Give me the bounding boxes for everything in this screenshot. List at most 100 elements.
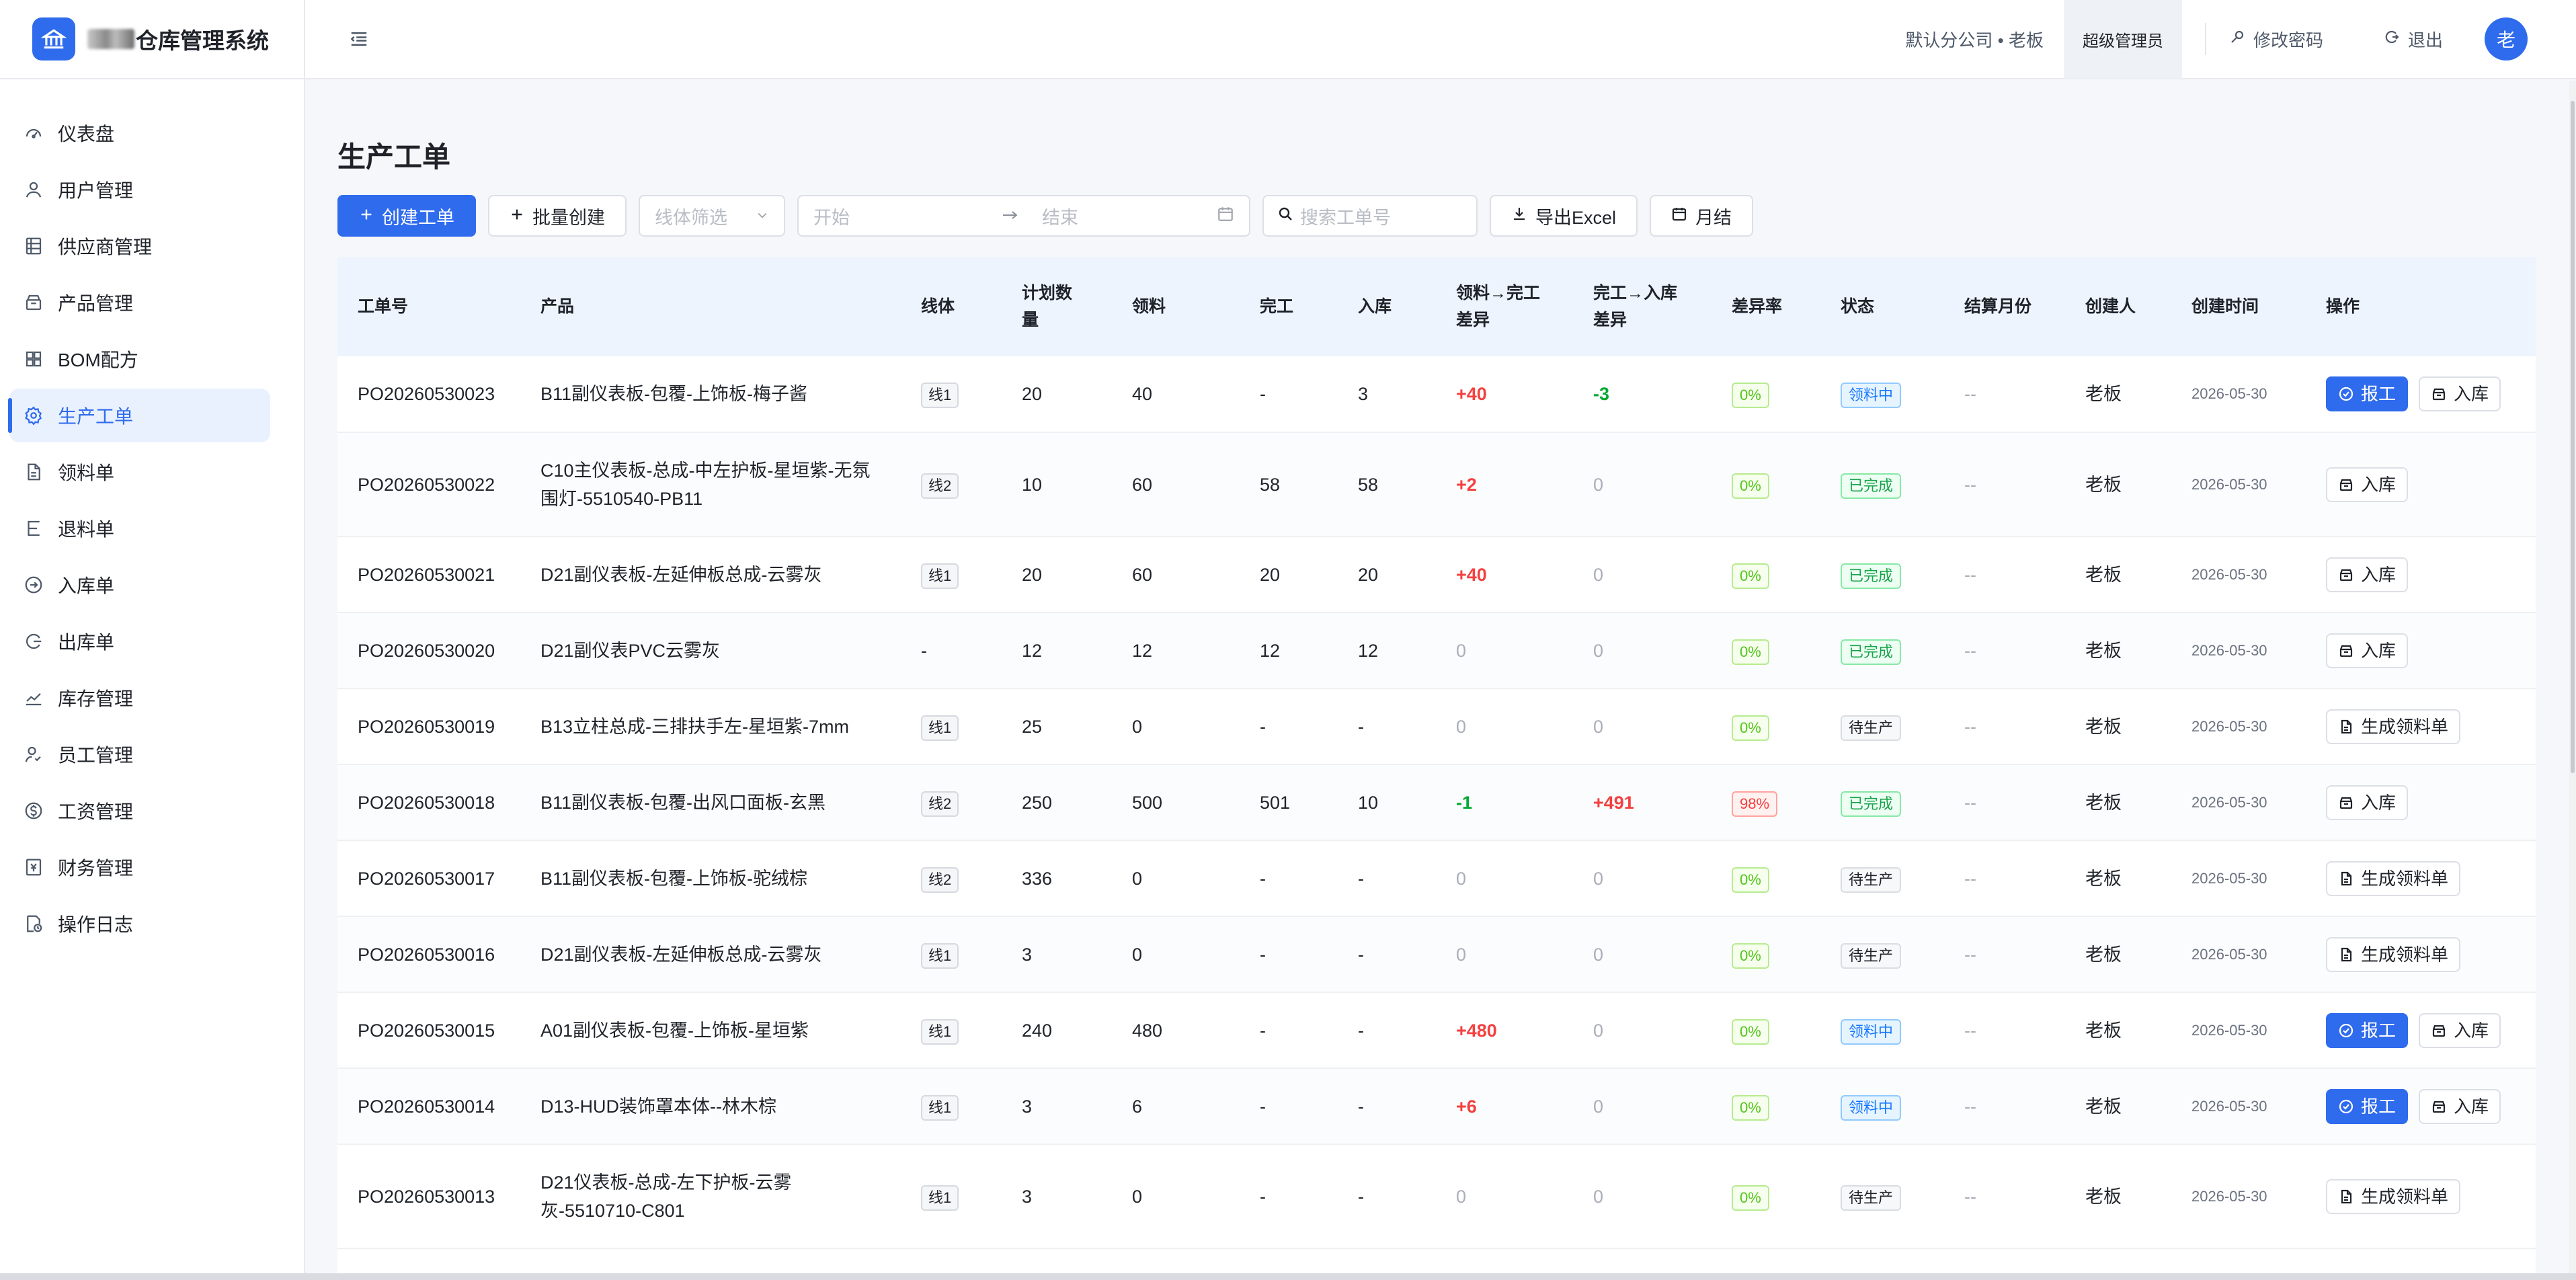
table-row[interactable]: PO20260530013 D21仪表板-总成-左下护板-云雾灰-5510710-… [337, 1144, 2536, 1249]
search-order-input[interactable]: 搜索工单号 [1262, 195, 1478, 237]
diff-rate-badge: 0% [1732, 1018, 1769, 1045]
stock-in-button[interactable]: 入库 [2326, 785, 2409, 820]
col-header-created-time[interactable]: 创建时间 [2171, 257, 2306, 356]
collapse-menu-icon[interactable] [346, 26, 372, 52]
report-button[interactable]: 报工 [2326, 1012, 2409, 1048]
table-row[interactable]: PO20260530017 B11副仪表板-包覆-上饰板-驼绒棕 线2 336 0- -0… [337, 840, 2536, 917]
change-password-link[interactable]: 修改密码 [2229, 27, 2323, 52]
document-icon [2338, 719, 2354, 735]
table-row[interactable]: PO20260530023 B11副仪表板-包覆-上饰板-梅子酱 线1 20 40-3 +… [337, 356, 2536, 433]
pick-qty: 480 [1112, 992, 1240, 1069]
col-header-plan-qty[interactable]: 计划数量 [1002, 257, 1112, 356]
col-header-line[interactable]: 线体 [901, 257, 1002, 356]
generate-pick-list-button[interactable]: 生成领料单 [2326, 936, 2461, 972]
header-divider [2204, 23, 2206, 55]
pick-qty: 60 [1112, 536, 1240, 613]
stock-qty: 20 [1338, 536, 1436, 613]
horizontal-scrollbar[interactable] [0, 1273, 2576, 1280]
table-row[interactable]: PO20260530016 D21副仪表板-左延伸板总成-云雾灰 线1 3 0- -0 0 0… [337, 916, 2536, 993]
done-qty: - [1240, 688, 1338, 765]
generate-pick-list-button[interactable]: 生成领料单 [2326, 861, 2461, 896]
col-header-stock[interactable]: 入库 [1338, 257, 1436, 356]
col-header-rate[interactable]: 差异率 [1712, 257, 1820, 356]
table-row[interactable]: PO20260530015 A01副仪表板-包覆-上饰板-星垣紫 线1 240 480-… [337, 992, 2536, 1069]
pick-done-diff: 0 [1436, 840, 1573, 917]
col-header-order-no[interactable]: 工单号 [337, 257, 520, 356]
row-actions: 入库 [2326, 557, 2536, 592]
sidebar-item-13[interactable]: 财务管理 [9, 840, 270, 894]
status-badge-cell: 已完成 [1820, 612, 1944, 689]
status-badge-cell: 待生产 [1820, 840, 1944, 917]
created-time: 2026-05-30 [2171, 840, 2306, 917]
scrollbar-thumb[interactable] [2571, 101, 2575, 773]
status-badge: 待生产 [1841, 1185, 1902, 1211]
page-scrollbar[interactable] [2569, 81, 2576, 1280]
sidebar-item-1[interactable]: 用户管理 [9, 163, 270, 216]
stock-in-button[interactable]: 入库 [2326, 557, 2409, 592]
sidebar-item-14[interactable]: 操作日志 [9, 897, 270, 951]
avatar[interactable]: 老 [2485, 17, 2528, 61]
report-button[interactable]: 报工 [2326, 1088, 2409, 1124]
table-row[interactable]: PO20260530014 D13-HUD装饰罩本体--林木棕 线1 3 6- - +6 0 0… [337, 1068, 2536, 1145]
sidebar-item-4[interactable]: BOM配方 [9, 332, 270, 386]
col-header-done[interactable]: 完工 [1240, 257, 1338, 356]
col-header-diff2[interactable]: 完工→入库 差异 [1573, 257, 1712, 356]
created-time: 2026-05-30 [2171, 992, 2306, 1069]
stock-in-button[interactable]: 入库 [2419, 1088, 2501, 1124]
stock-in-button[interactable]: 入库 [2326, 633, 2409, 668]
stock-in-button[interactable]: 入库 [2419, 1012, 2501, 1048]
col-header-product[interactable]: 产品 [520, 257, 901, 356]
col-header-pick[interactable]: 领料 [1112, 257, 1240, 356]
status-badge: 待生产 [1841, 715, 1902, 741]
col-header-diff1-line1: 领料→完工 [1456, 284, 1541, 303]
pick-qty: 60 [1112, 432, 1240, 537]
table-row[interactable]: PO20260530020 D21副仪表PVC云雾灰 -12 12 12 12 0 0 0% 已完… [337, 612, 2536, 689]
sidebar-item-6[interactable]: 领料单 [9, 445, 270, 499]
table-row[interactable]: PO20260530022 C10主仪表板-总成-中左护板-星垣紫-无氛围灯-55… [337, 432, 2536, 537]
col-header-diff1[interactable]: 领料→完工 差异 [1436, 257, 1573, 356]
batch-create-button[interactable]: 批量创建 [488, 195, 627, 237]
status-badge-cell: 待生产 [1820, 916, 1944, 993]
report-button[interactable]: 报工 [2326, 376, 2409, 411]
sidebar-item-0[interactable]: 仪表盘 [9, 106, 270, 160]
create-order-button[interactable]: 创建工单 [337, 195, 476, 237]
date-range-picker[interactable]: 开始 结束 [797, 195, 1250, 237]
sidebar-item-12[interactable]: 工资管理 [9, 784, 270, 838]
sidebar-item-5[interactable]: 生产工单 [8, 389, 270, 442]
col-header-settle-month[interactable]: 结算月份 [1944, 257, 2065, 356]
date-end-input[interactable]: 结束 [1042, 203, 1217, 229]
user-icon [22, 177, 46, 202]
logout-link[interactable]: 退出 [2384, 27, 2443, 52]
sidebar-item-3[interactable]: 产品管理 [9, 276, 270, 329]
col-header-status[interactable]: 状态 [1820, 257, 1944, 356]
table-row[interactable]: PO20260530021 D21副仪表板-左延伸板总成-云雾灰 线1 20 60 20 2… [337, 536, 2536, 613]
col-header-creator[interactable]: 创建人 [2065, 257, 2171, 356]
creator: 老板 [2065, 916, 2171, 993]
sidebar-item-9[interactable]: 出库单 [9, 614, 270, 668]
sidebar-item-7[interactable]: 退料单 [9, 502, 270, 555]
table-row[interactable]: PO20260530018 B11副仪表板-包覆-出风口面板-玄黑 线2 250 500… [337, 764, 2536, 841]
stock-in-button[interactable]: 入库 [2326, 467, 2409, 502]
generate-pick-list-button[interactable]: 生成领料单 [2326, 709, 2461, 744]
line-filter-select[interactable]: 线体筛选 [639, 195, 785, 237]
plus-icon [359, 206, 374, 227]
diff-rate-badge: 0% [1732, 715, 1769, 741]
actions-cell: 报工 入库 [2306, 356, 2536, 433]
generate-pick-list-button[interactable]: 生成领料单 [2326, 1178, 2461, 1214]
date-start-input[interactable]: 开始 [813, 203, 1002, 229]
order-no: PO20260530019 [337, 688, 520, 765]
inbox-icon [2338, 477, 2354, 493]
sidebar-item-11[interactable]: 员工管理 [9, 727, 270, 781]
monthly-close-button[interactable]: 月结 [1650, 195, 1754, 237]
sidebar-item-8[interactable]: 入库单 [9, 558, 270, 612]
export-excel-button[interactable]: 导出Excel [1490, 195, 1638, 237]
stock-in-button[interactable]: 入库 [2419, 376, 2501, 411]
done-qty: - [1240, 992, 1338, 1069]
done-qty: 58 [1240, 432, 1338, 537]
product-name: D21副仪表板-左延伸板总成-云雾灰 [520, 536, 901, 613]
sidebar-item-2[interactable]: 供应商管理 [9, 219, 270, 273]
sidebar-item-10[interactable]: 库存管理 [9, 671, 270, 725]
created-time: 2026-05-30 [2171, 432, 2306, 537]
sidebar-item-label: 生产工单 [58, 406, 134, 427]
table-row[interactable]: PO20260530019 B13立柱总成-三排扶手左-星垣紫-7mm 线1 25 0-… [337, 688, 2536, 765]
